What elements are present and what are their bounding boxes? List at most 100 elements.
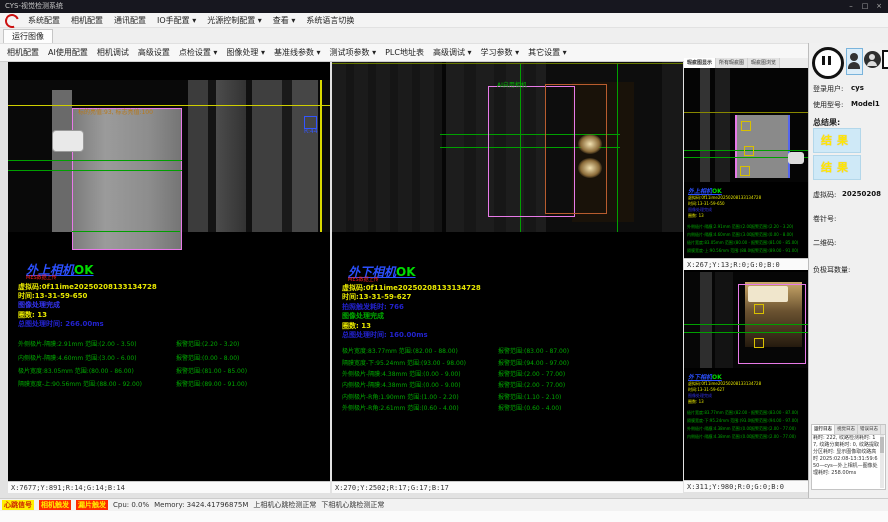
alarm-range: 报警范围:(1.10 - 2.10) [498,394,561,401]
measure-value: 隔膜宽度-上:90.56mm 范围:(88.00 - 92.00) [18,379,176,388]
mini-loop: 圈数: 13 [688,399,808,405]
tool-ai-config[interactable]: AI使用配置 [48,47,88,58]
close-button[interactable]: × [872,0,886,13]
calibration-line-vertical [320,80,322,232]
measure-row: 隔膜宽度-下:95.24mm 范围:(93.00 - 98.00)报警范围:(9… [342,358,569,367]
pixel-coordinate-bar: X:7677;Y:891;R:14;G:14;B:14 [8,481,330,493]
time-line: 时间:13-31-59-627 [342,292,411,302]
tab-run-image[interactable]: 运行图像 [3,29,53,43]
mini-measure-row: 外侧极片-隔膜:2.91mm 范围:(2.00 - 3.50)报警范围:(2.2… [687,224,807,230]
tab-error-log[interactable]: 错误日志 [858,425,881,434]
maximize-button[interactable]: □ [858,0,872,13]
tool-plc-address[interactable]: PLC地址表 [385,47,424,58]
tab-defect-display[interactable]: 瑕疵图显示 [684,58,716,68]
tool-other-settings[interactable]: 其它设置 ▾ [528,47,567,58]
measure-row: 外侧极片-隔膜:4.38mm 范围:(0.00 - 9.00)报警范围:(2.0… [342,369,565,378]
defect-tab-strip: 瑕疵图显示 所有瑕疵图 瑕疵图浏览 [684,58,808,68]
result-box-upper: 结果 [813,128,861,153]
measure-row: 极片宽度:83.77mm 范围:(82.00 - 88.00)报警范围:(83.… [342,346,569,355]
user-icon [850,53,858,61]
mini-result-title: 外下相机OK [688,372,722,381]
measure-row: 内侧极片-隔膜:4.60mm 范围:(3.00 - 6.00)报警范围:(0.0… [18,353,239,362]
alarm-range: 报警范围:(83.00 - 87.00) [751,410,798,415]
calibration-line [8,105,330,106]
defect-image-1[interactable] [684,68,808,182]
tool-camera-debug[interactable]: 相机调试 [97,47,129,58]
camera2-heartbeat-status: 下相机心跳检测正常 [321,500,384,510]
pixel-coordinates: X:7677;Y:891;R:14;G:14;B:14 [11,484,125,492]
tab-run-log[interactable]: 运行日志 [812,425,835,434]
annotation-box [741,121,751,131]
pixel-coordinate-bar: X:311;Y:980;R:0;G:0;B:0 [684,480,808,492]
tab-connector-blob [788,152,804,164]
heartbeat-badge: 心跳信号 [2,500,34,510]
tab-vision-log[interactable]: 视觉日志 [835,425,858,434]
menu-system-config[interactable]: 系统配置 [28,15,60,26]
tool-spot-check[interactable]: 点检设置 ▾ [179,47,218,58]
defect-image-2[interactable] [684,272,808,368]
camera-image-lower[interactable]: AI启用相机 [332,62,683,232]
tab-all-defects[interactable]: 所有瑕疵图 [716,58,748,68]
tab-defect-browse[interactable]: 瑕疵图浏览 [748,58,780,68]
menu-bar: 系统配置 相机配置 通讯配置 IO手配置 ▾ 光源控制配置 ▾ 查看 ▾ 系统语… [0,13,888,28]
menu-io-config[interactable]: IO手配置 ▾ [157,15,196,26]
menu-light-config[interactable]: 光源控制配置 ▾ [207,15,262,26]
log-scrollbar[interactable] [880,435,884,488]
mini-measure-row: 极片宽度:83.77mm 范围:(82.00 - 88.00)报警范围:(83.… [687,410,807,416]
product-roi-box [72,108,182,250]
tool-advanced-debug[interactable]: 高级调试 ▾ [433,47,472,58]
measure-row: 外侧极片-R角:2.61mm 范围:(0.60 - 4.00)报警范围:(0.6… [342,403,561,412]
window-title: CYS-视觉检测系统 [5,2,63,10]
pixel-coordinate-bar: X:270;Y:2502;R:17;G:17;B:17 [332,481,683,493]
tool-image-processing[interactable]: 图像处理 ▾ [226,47,265,58]
alarm-range: 报警范围:(83.00 - 87.00) [498,348,569,355]
camera-view-lower[interactable]: AI启用相机 外下相机OK MES数据上传 虚拟码:0f11ime2025020… [332,62,683,493]
measure-line-vertical [617,64,618,232]
alarm-range: 报警范围:(94.00 - 97.00) [498,360,569,367]
reflection-glow [578,134,602,154]
mini-result-title: 外上相机OK [688,186,722,195]
tool-learning-params[interactable]: 学习参数 ▾ [481,47,520,58]
alarm-range: 报警范围:(89.00 - 91.00) [751,248,798,253]
measure-value: 外侧极片-隔膜:4.38mm 范围:(0.00 - 9.00) [687,426,751,432]
menu-language-switch[interactable]: 系统语言切换 [306,15,354,26]
measure-row: 极片宽度:83.05mm 范围:(80.00 - 86.00)报警范围:(81.… [18,366,247,375]
measure-value: 外侧极片-隔膜:4.38mm 范围:(0.00 - 9.00) [342,369,498,378]
menu-camera-config[interactable]: 相机配置 [71,15,103,26]
mes-note: MES数据上传 [348,276,379,283]
annotation-box [754,304,764,314]
measure-value: 内侧极片-隔膜:4.60mm 范围:(3.00 - 6.00) [687,232,751,238]
alarm-range: 报警范围:(89.00 - 91.00) [176,381,247,388]
pixel-coordinate-bar: X:267;Y:13;R:0;G:0;B:0 [684,258,808,270]
tool-camera-config[interactable]: 相机配置 [7,47,39,58]
measure-value: 内侧极片-R角:1.90mm 范围:(1.00 - 2.20) [342,392,498,401]
operator-button[interactable] [864,51,881,68]
camera-image-upper[interactable]: R:44 标的亮值:93, 标志亮值:100 [8,80,330,232]
alarm-range: 报警范围:(94.00 - 97.00) [751,418,798,423]
camera-view-upper[interactable]: R:44 标的亮值:93, 标志亮值:100 外上相机OK MES数据上传 虚拟… [8,62,330,493]
menu-comm-config[interactable]: 通讯配置 [114,15,146,26]
minimize-button[interactable]: – [844,0,858,13]
logout-button[interactable] [882,50,888,69]
tool-baseline-params[interactable]: 基准线参数 ▾ [274,47,321,58]
scrollbar-thumb[interactable] [880,437,884,453]
menu-view[interactable]: 查看 ▾ [273,15,296,26]
alarm-range: 报警范围:(2.00 - 77.00) [751,426,796,431]
pause-icon [828,56,831,65]
login-user-label: 登录用户: [813,84,843,94]
pause-button[interactable] [812,47,844,79]
alarm-range: 报警范围:(2.00 - 77.00) [498,382,565,389]
measure-value: 隔膜宽度-下:95.24mm 范围:(93.00 - 98.00) [342,358,498,367]
status-bar: 心跳信号 相机触发 漏片触发 Cpu: 0.0% Memory: 3424.41… [0,498,888,511]
miss-trigger-badge: 漏片触发 [76,500,108,510]
tool-advanced-settings[interactable]: 高级设置 [138,47,170,58]
reflection-glow [578,158,602,178]
camera-result: OK [712,374,722,381]
tab-connector-blob [52,130,84,152]
user-login-button[interactable] [846,48,863,75]
measure-row: 隔膜宽度-上:90.56mm 范围:(88.00 - 92.00)报警范围:(8… [18,379,247,388]
measure-value: 内侧极片-隔膜:4.60mm 范围:(3.00 - 6.00) [18,353,176,362]
calibration-line [332,63,683,64]
tool-test-params[interactable]: 测试项参数 ▾ [330,47,377,58]
mini-loop: 圈数: 13 [688,213,808,219]
